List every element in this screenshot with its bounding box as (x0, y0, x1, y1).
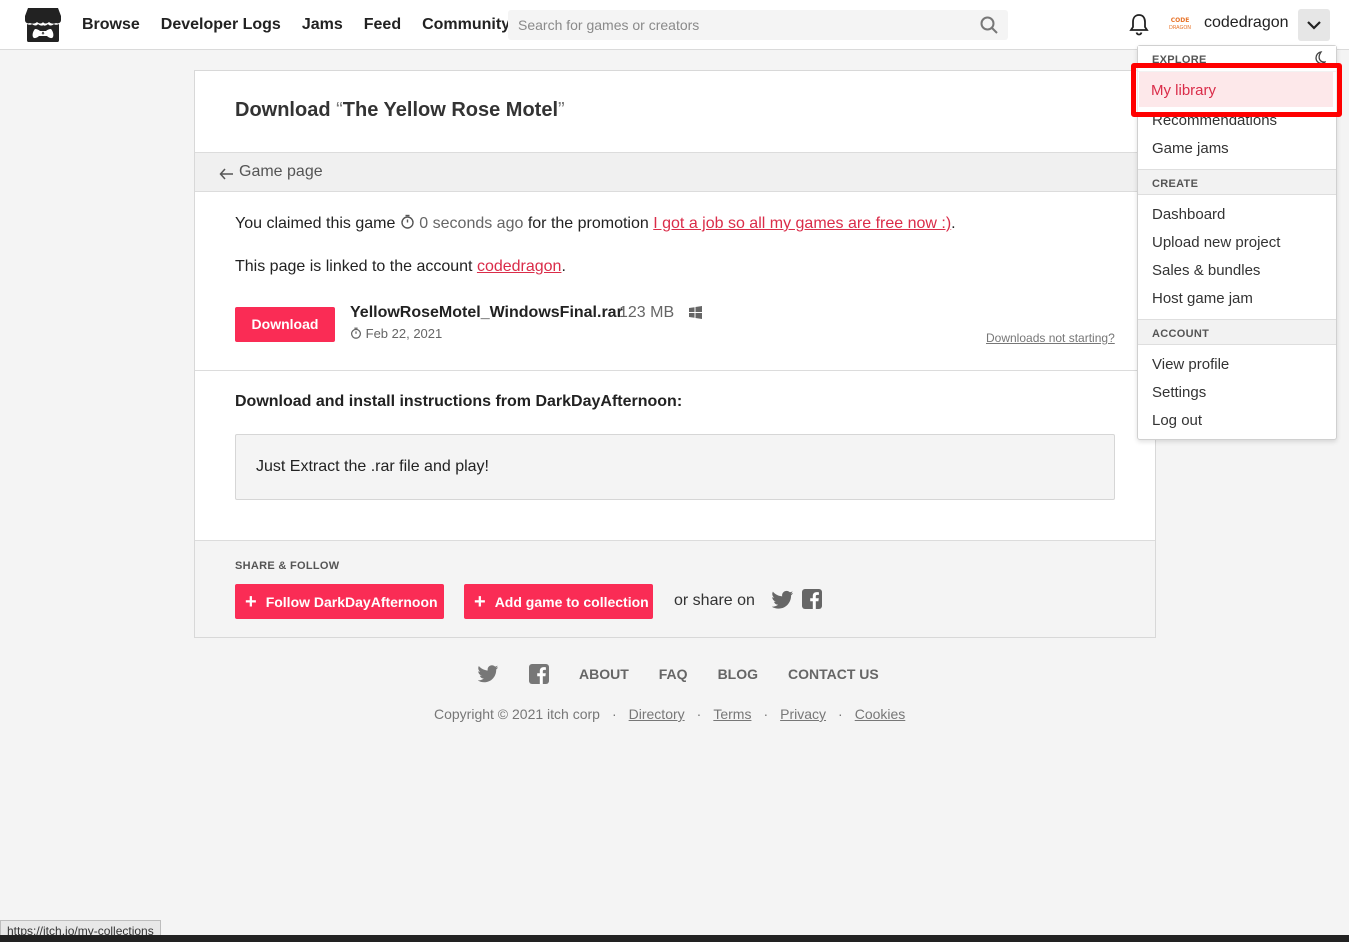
avatar[interactable]: CODE DRAGON (1166, 14, 1194, 34)
page-title: Download “The Yellow Rose Motel” (235, 99, 565, 121)
instructions-text: Just Extract the .rar file and play! (256, 458, 489, 475)
instructions-heading: Download and install instructions from D… (235, 393, 683, 410)
username-label[interactable]: codedragon (1204, 14, 1289, 32)
taskbar-edge (0, 935, 1349, 942)
menu-item-game-jams[interactable]: Game jams (1152, 140, 1229, 157)
menu-item-view-profile[interactable]: View profile (1152, 356, 1229, 373)
menu-section-account: ACCOUNT (1138, 319, 1336, 345)
arrow-left-icon (219, 168, 233, 180)
privacy-link[interactable]: Privacy (780, 706, 826, 722)
clock-icon (350, 327, 362, 339)
download-card: Download “The Yellow Rose Motel” Game pa… (194, 70, 1156, 638)
share-follow-section: SHARE & FOLLOW + Follow DarkDayAfternoon… (195, 540, 1155, 637)
plus-icon: + (474, 590, 486, 613)
divider (195, 370, 1155, 371)
file-name: YellowRoseMotel_WindowsFinal.rar (350, 304, 623, 321)
share-heading: SHARE & FOLLOW (235, 560, 340, 572)
linked-account-message: This page is linked to the account coded… (235, 258, 566, 275)
footer-links: ABOUT FAQ BLOG CONTACT US (478, 662, 909, 686)
nav-feed[interactable]: Feed (364, 16, 401, 34)
add-to-collection-button[interactable]: + Add game to collection (464, 584, 653, 619)
claim-time: 0 seconds ago (419, 215, 524, 232)
terms-link[interactable]: Terms (713, 706, 751, 722)
copyright-text: Copyright © 2021 itch corp (434, 706, 600, 722)
twitter-icon[interactable] (772, 590, 794, 610)
menu-item-sales-bundles[interactable]: Sales & bundles (1152, 262, 1260, 279)
nav-developer-logs[interactable]: Developer Logs (161, 16, 281, 34)
menu-item-dashboard[interactable]: Dashboard (1152, 206, 1225, 223)
plus-icon: + (245, 590, 257, 613)
svg-text:DRAGON: DRAGON (1169, 25, 1191, 31)
clock-icon (401, 214, 414, 229)
promotion-link[interactable]: I got a job so all my games are free now… (653, 215, 951, 232)
footer-faq-link[interactable]: FAQ (659, 666, 688, 682)
cookies-link[interactable]: Cookies (855, 706, 906, 722)
footer-about-link[interactable]: ABOUT (579, 666, 629, 682)
itch-logo-icon[interactable] (24, 7, 62, 43)
facebook-icon[interactable] (802, 589, 822, 609)
footer-contact-link[interactable]: CONTACT US (788, 666, 879, 682)
facebook-icon[interactable] (529, 664, 549, 684)
file-date: Feb 22, 2021 (350, 326, 442, 341)
copyright-line: Copyright © 2021 itch corp · Directory ·… (434, 706, 906, 722)
nav-browse[interactable]: Browse (82, 16, 140, 34)
downloads-not-starting-link[interactable]: Downloads not starting? (986, 331, 1115, 345)
twitter-icon[interactable] (478, 665, 499, 683)
svg-text:CODE: CODE (1171, 17, 1190, 24)
user-menu-toggle-button[interactable] (1298, 9, 1330, 41)
menu-item-upload-project[interactable]: Upload new project (1152, 234, 1280, 251)
menu-item-settings[interactable]: Settings (1152, 384, 1206, 401)
breadcrumb: Game page (195, 152, 1155, 192)
download-button[interactable]: Download (235, 307, 335, 342)
bell-icon[interactable] (1128, 13, 1150, 37)
chevron-down-icon (1307, 21, 1321, 30)
search-input[interactable] (508, 10, 1008, 40)
share-on-label: or share on (674, 592, 755, 609)
follow-button[interactable]: + Follow DarkDayAfternoon (235, 584, 444, 619)
nav-jams[interactable]: Jams (302, 16, 343, 34)
directory-link[interactable]: Directory (629, 706, 685, 722)
search-icon[interactable] (980, 16, 998, 34)
search-bar (508, 10, 1008, 40)
nav-community[interactable]: Community (422, 16, 510, 34)
claim-message: You claimed this game 0 seconds ago for … (235, 214, 956, 232)
menu-item-log-out[interactable]: Log out (1152, 412, 1202, 429)
menu-item-my-library[interactable]: My library (1151, 82, 1216, 99)
top-header: Browse Developer Logs Jams Feed Communit… (0, 0, 1349, 50)
file-size: 123 MB (619, 304, 675, 321)
linked-account-link[interactable]: codedragon (477, 258, 562, 275)
main-nav: Browse Developer Logs Jams Feed Communit… (82, 0, 531, 50)
menu-section-create: CREATE (1138, 169, 1336, 195)
instructions-box: Just Extract the .rar file and play! (235, 434, 1115, 500)
game-page-link[interactable]: Game page (219, 163, 323, 181)
windows-icon (689, 306, 702, 319)
footer-blog-link[interactable]: BLOG (718, 666, 758, 682)
menu-item-host-game-jam[interactable]: Host game jam (1152, 290, 1253, 307)
game-title: The Yellow Rose Motel (342, 99, 559, 121)
